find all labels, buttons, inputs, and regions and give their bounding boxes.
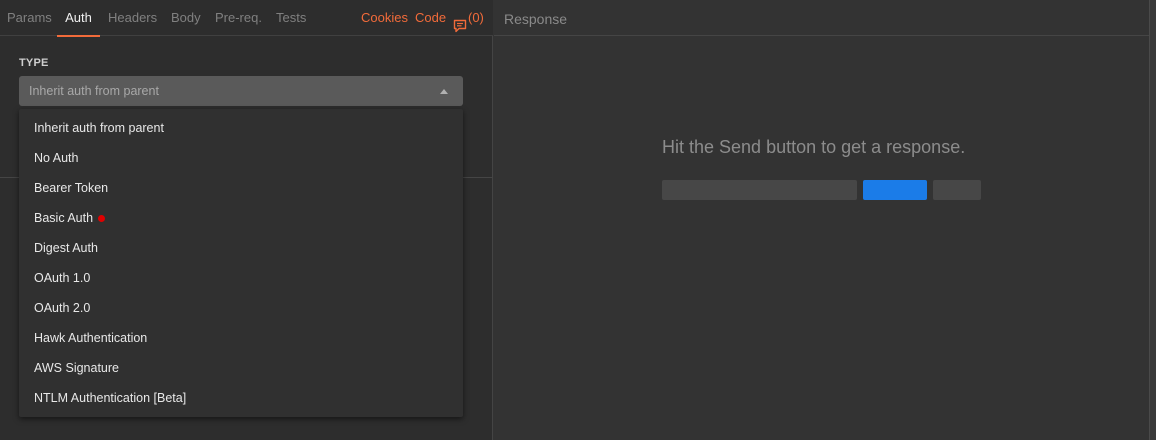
auth-option-oauth1[interactable]: OAuth 1.0 (19, 263, 463, 293)
auth-type-select[interactable]: Inherit auth from parent (19, 76, 463, 106)
red-dot-icon (98, 214, 106, 222)
placeholder-bar-blue (863, 180, 927, 200)
comment-icon (453, 11, 467, 33)
auth-option-label: OAuth 2.0 (34, 301, 91, 315)
response-empty-message: Hit the Send button to get a response. (662, 137, 966, 157)
code-link[interactable]: Code (415, 0, 446, 36)
auth-option-label: OAuth 1.0 (34, 271, 91, 285)
auth-option-hawk[interactable]: Hawk Authentication (19, 323, 463, 353)
request-pane: Params Auth Headers Body Pre-req. Tests … (0, 0, 493, 440)
comments-button[interactable]: (0) (453, 0, 484, 36)
app-window: Params Auth Headers Body Pre-req. Tests … (0, 0, 1156, 440)
tab-auth[interactable]: Auth (57, 0, 100, 37)
auth-type-label: TYPE (19, 57, 49, 69)
auth-option-label: Bearer Token (34, 181, 109, 195)
auth-option-ntlm[interactable]: NTLM Authentication [Beta] (19, 383, 463, 413)
cookies-link[interactable]: Cookies (361, 0, 408, 36)
auth-option-label: NTLM Authentication [Beta] (34, 391, 187, 405)
auth-option-no-auth[interactable]: No Auth (19, 143, 463, 173)
auth-type-selected-value: Inherit auth from parent (29, 84, 159, 98)
auth-option-digest-auth[interactable]: Digest Auth (19, 233, 463, 263)
auth-type-dropdown: Inherit auth from parent No Auth Bearer … (19, 109, 463, 417)
response-pane: Response Hit the Send button to get a re… (494, 0, 1149, 440)
auth-option-label: AWS Signature (34, 361, 119, 375)
tab-headers[interactable]: Headers (108, 0, 157, 36)
auth-option-oauth2[interactable]: OAuth 2.0 (19, 293, 463, 323)
tab-prereq[interactable]: Pre-req. (215, 0, 261, 36)
window-edge (1149, 0, 1156, 440)
auth-option-inherit[interactable]: Inherit auth from parent (19, 113, 463, 143)
auth-option-label: Digest Auth (34, 241, 98, 255)
tab-params[interactable]: Params (7, 0, 52, 36)
placeholder-bar (933, 180, 981, 200)
placeholder-bar (662, 180, 857, 200)
tab-tests[interactable]: Tests (276, 0, 306, 36)
request-tabbar: Params Auth Headers Body Pre-req. Tests … (0, 0, 493, 37)
comments-count: (0) (468, 10, 484, 25)
auth-option-aws-signature[interactable]: AWS Signature (19, 353, 463, 383)
auth-option-label: Basic Auth (34, 211, 94, 225)
auth-option-label: Inherit auth from parent (34, 121, 164, 135)
auth-option-label: No Auth (34, 151, 79, 165)
auth-option-basic-auth[interactable]: Basic Auth (19, 203, 463, 233)
auth-option-bearer-token[interactable]: Bearer Token (19, 173, 463, 203)
response-header: Response (494, 0, 1149, 36)
response-title: Response (504, 11, 568, 27)
tab-body[interactable]: Body (171, 0, 201, 36)
auth-option-label: Hawk Authentication (34, 331, 148, 345)
caret-up-icon (440, 89, 448, 94)
